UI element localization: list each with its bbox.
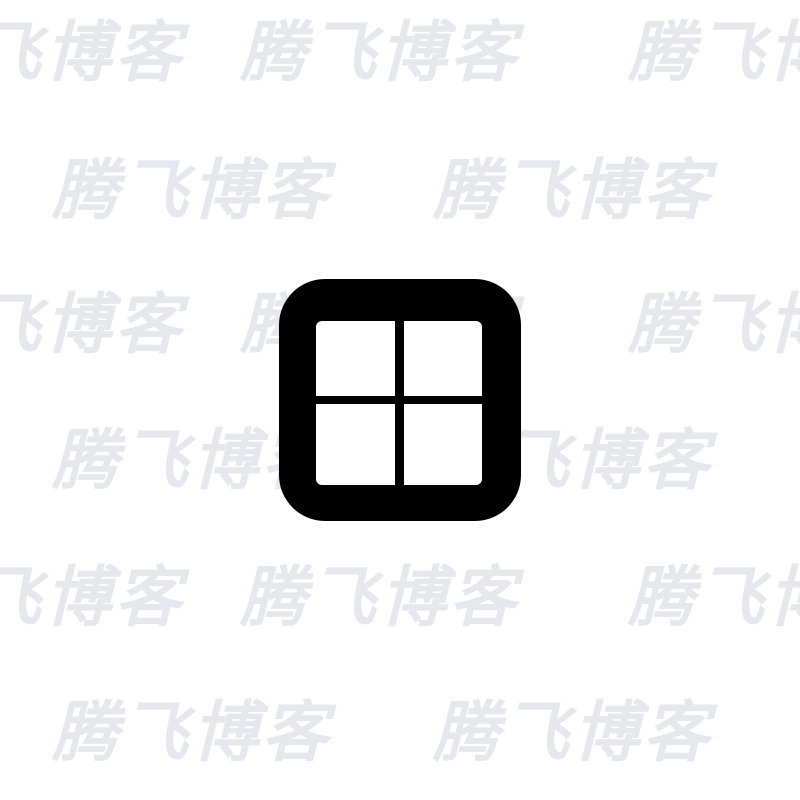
watermark-text: 腾飞博客 [0,286,185,363]
watermark-text: 腾飞博客 [240,14,520,91]
watermark-text: 腾飞博客 [52,694,332,771]
icon-horizontal-divider [314,396,484,404]
watermark-text: 腾飞博客 [628,286,800,363]
window-grid-icon [279,279,521,521]
watermark-text: 腾飞博客 [52,152,332,229]
watermark-text: 腾飞博客 [0,559,185,636]
watermark-text: 腾飞博客 [628,559,800,636]
watermark-text: 腾飞博客 [240,559,520,636]
window-grid-svg [279,279,521,521]
watermark-text: 腾飞博客 [628,14,800,91]
watermark-text: 腾飞博客 [433,152,713,229]
watermark-text: 腾飞博客 [433,694,713,771]
canvas: 腾飞博客 腾飞博客 腾飞博客 腾飞博客 腾飞博客 腾飞博客 腾飞博客 腾飞博客 … [0,0,800,800]
watermark-text: 腾飞博客 [0,14,185,91]
